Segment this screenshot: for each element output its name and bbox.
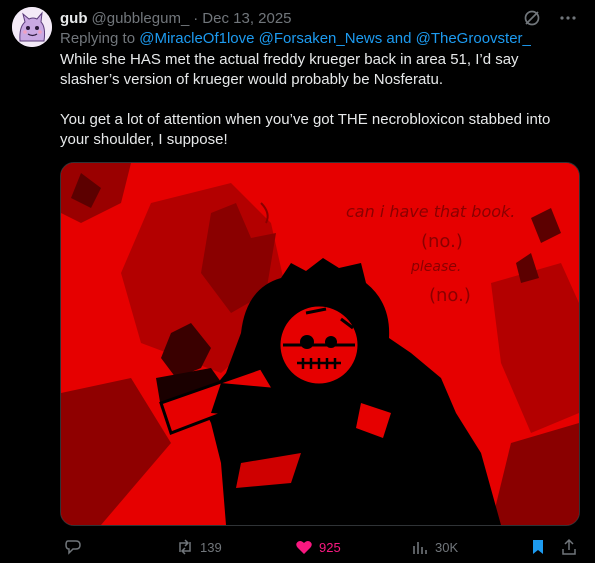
author-handle[interactable]: @gubblegum_ — [92, 10, 190, 27]
share-button[interactable] — [560, 537, 578, 557]
views-button[interactable]: 30K — [411, 537, 458, 557]
tweet-image[interactable]: can i have that book. (no.) please. (no.… — [60, 162, 580, 526]
like-icon — [295, 538, 313, 556]
tweet-date[interactable]: Dec 13, 2025 — [202, 10, 291, 27]
replying-prefix: Replying to — [60, 30, 136, 47]
retweet-button[interactable]: 139 — [176, 537, 222, 557]
grok-icon[interactable] — [523, 9, 541, 27]
separator-dot: · — [193, 9, 199, 27]
more-icon[interactable] — [559, 9, 577, 27]
retweet-count: 139 — [200, 539, 222, 555]
tweet-text: While she HAS met the actual freddy krue… — [60, 50, 580, 150]
views-icon — [411, 538, 429, 556]
like-button[interactable]: 925 — [295, 537, 341, 557]
handwritten-line: please. — [410, 259, 461, 275]
handwritten-line: (no.) — [421, 231, 463, 252]
bookmark-icon — [529, 538, 547, 556]
tweet-paragraph: You get a lot of attention when you’ve g… — [60, 111, 551, 148]
bookmark-button[interactable] — [529, 537, 547, 557]
share-icon — [560, 538, 578, 556]
handwritten-line: (no.) — [429, 285, 471, 306]
avatar[interactable] — [12, 7, 52, 47]
reply-icon — [64, 538, 82, 556]
tweet-header: gub @gubblegum_ · Dec 13, 2025 — [60, 8, 595, 28]
views-count: 30K — [435, 539, 459, 555]
tweet-paragraph: While she HAS met the actual freddy krue… — [60, 51, 519, 88]
tweet[interactable]: gub @gubblegum_ · Dec 13, 2025 Replying … — [0, 0, 595, 563]
replying-mentions[interactable]: @MiracleOf1love @Forsaken_News and @TheG… — [139, 30, 531, 47]
like-count: 925 — [319, 539, 341, 555]
retweet-icon — [176, 538, 194, 556]
replying-to: Replying to @MiracleOf1love @Forsaken_Ne… — [60, 30, 531, 47]
action-bar: 139 925 30K — [60, 537, 580, 557]
handwritten-line: can i have that book. — [346, 202, 515, 221]
author-name[interactable]: gub — [60, 10, 88, 27]
reply-button[interactable] — [64, 537, 88, 557]
